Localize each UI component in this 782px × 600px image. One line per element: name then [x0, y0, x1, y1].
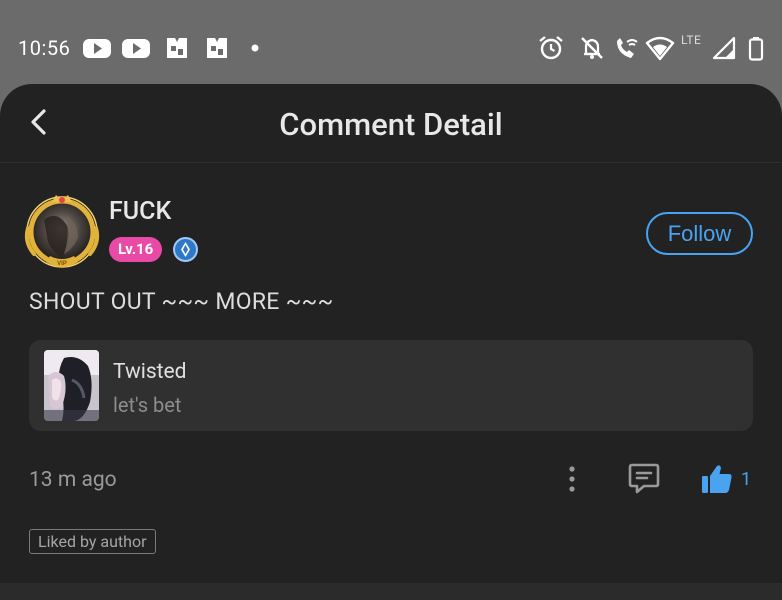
work-cover-image — [44, 350, 99, 421]
level-badge: Lv.16 — [109, 237, 163, 262]
avatar[interactable]: VIP — [22, 192, 102, 272]
wifi-call-icon — [617, 38, 638, 58]
diamond-badge-icon — [173, 237, 198, 262]
comment-detail-sheet: Comment Detail VIP FUCK Lv.16 Follow SHO… — [0, 84, 782, 600]
status-time: 10:56 — [18, 36, 71, 60]
liked-by-author-tag: Liked by author — [29, 529, 156, 554]
youtube-icon — [83, 39, 111, 58]
work-card[interactable]: Twisted let's bet — [29, 340, 753, 431]
notifications-off-icon — [581, 37, 603, 59]
network-type: LTE — [681, 33, 702, 47]
wifi-icon — [645, 36, 675, 61]
like-count: 1 — [741, 469, 752, 490]
cell-signal-icon — [712, 36, 736, 60]
photo-icon — [207, 38, 227, 58]
alarm-icon — [539, 36, 563, 60]
like-thumbs-up-icon[interactable] — [700, 462, 734, 496]
comment-text: SHOUT OUT ~~~ MORE ~~~ — [29, 288, 334, 315]
page-title: Comment Detail — [279, 106, 503, 143]
header: Comment Detail — [0, 84, 782, 163]
work-title: Twisted — [113, 360, 187, 384]
reply-comment-icon[interactable] — [626, 460, 662, 496]
svg-text:VIP: VIP — [57, 261, 67, 267]
follow-button[interactable]: Follow — [646, 212, 753, 255]
comment-timestamp: 13 m ago — [29, 468, 117, 492]
youtube-icon — [122, 39, 150, 58]
dot-icon — [251, 44, 259, 52]
username[interactable]: FUCK — [109, 197, 171, 226]
work-subtitle: let's bet — [113, 393, 182, 417]
more-options-icon[interactable] — [558, 464, 586, 494]
section-divider — [0, 583, 782, 600]
status-bar: 10:56 LTE — [0, 0, 782, 84]
photo-icon — [167, 38, 187, 58]
battery-icon — [748, 37, 764, 61]
